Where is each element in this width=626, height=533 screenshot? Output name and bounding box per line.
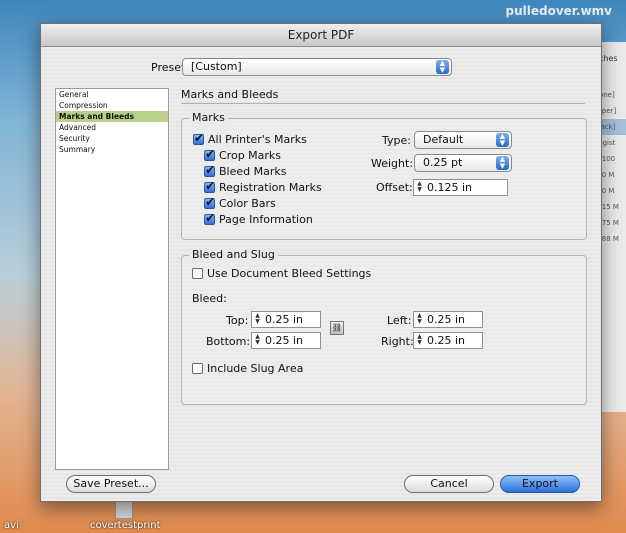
stepper-arrows-icon[interactable]: ▲ ▼ — [415, 313, 424, 325]
type-label: Type: — [382, 134, 411, 147]
category-sidebar: General Compression Marks and Bleeds Adv… — [55, 88, 169, 470]
weight-label: Weight: — [371, 157, 414, 170]
color-bars-checkbox[interactable]: Color Bars — [204, 196, 276, 210]
offset-label: Offset: — [376, 181, 413, 194]
checkbox-checked-icon — [204, 148, 215, 161]
crop-marks-label: Crop Marks — [219, 149, 282, 162]
checkbox-unchecked-icon — [192, 363, 203, 374]
include-slug-area-label: Include Slug Area — [207, 362, 304, 375]
sidebar-item-general[interactable]: General — [56, 89, 168, 100]
dropdown-arrows-icon: ▲ ▼ — [436, 60, 449, 74]
bleed-label: Bleed: — [192, 292, 227, 305]
use-document-bleed-label: Use Document Bleed Settings — [207, 267, 372, 280]
bleed-top-stepper[interactable]: ▲ ▼ 0.25 in — [251, 311, 321, 328]
bleed-top-label: Top: — [226, 314, 249, 327]
export-button[interactable]: Export — [500, 475, 580, 493]
desktop-file-label[interactable]: covertestprint — [90, 520, 161, 531]
bleed-marks-label: Bleed Marks — [219, 165, 287, 178]
checkbox-unchecked-icon — [192, 268, 203, 279]
type-dropdown[interactable]: Default ▲ ▼ — [414, 131, 512, 149]
weight-value: 0.25 pt — [423, 156, 463, 169]
dropdown-arrows-icon: ▲ ▼ — [496, 156, 509, 170]
crop-marks-checkbox[interactable]: Crop Marks — [204, 148, 282, 162]
registration-marks-checkbox[interactable]: Registration Marks — [204, 180, 322, 194]
checkbox-checked-icon — [193, 132, 204, 145]
bleed-top-value: 0.25 in — [265, 313, 304, 326]
bleed-right-value: 0.25 in — [427, 334, 466, 347]
cancel-button[interactable]: Cancel — [404, 475, 494, 493]
dropdown-arrows-icon: ▲ ▼ — [496, 133, 509, 147]
bleed-marks-checkbox[interactable]: Bleed Marks — [204, 164, 287, 178]
sidebar-item-advanced[interactable]: Advanced — [56, 122, 168, 133]
marks-group-label: Marks — [189, 111, 228, 124]
sidebar-item-security[interactable]: Security — [56, 133, 168, 144]
bleed-left-stepper[interactable]: ▲ ▼ 0.25 in — [413, 311, 483, 328]
section-divider — [181, 103, 585, 104]
offset-value: 0.125 in — [427, 181, 473, 194]
checkbox-checked-icon — [204, 164, 215, 177]
stepper-arrows-icon[interactable]: ▲ ▼ — [415, 334, 424, 346]
stepper-arrows-icon[interactable]: ▲ ▼ — [253, 313, 262, 325]
offset-stepper[interactable]: ▲ ▼ 0.125 in — [413, 179, 508, 196]
bleed-right-label: Right: — [381, 335, 414, 348]
all-printers-marks-label: All Printer's Marks — [208, 133, 307, 146]
page-information-label: Page Information — [219, 213, 313, 226]
bleed-left-value: 0.25 in — [427, 313, 466, 326]
desktop-file-label-left[interactable]: avi — [4, 520, 19, 531]
bleed-bottom-stepper[interactable]: ▲ ▼ 0.25 in — [251, 332, 321, 349]
registration-marks-label: Registration Marks — [219, 181, 322, 194]
weight-dropdown[interactable]: 0.25 pt ▲ ▼ — [414, 154, 512, 172]
color-bars-label: Color Bars — [219, 197, 276, 210]
all-printers-marks-checkbox[interactable]: All Printer's Marks — [193, 132, 307, 146]
type-value: Default — [423, 133, 464, 146]
bleed-and-slug-group-label: Bleed and Slug — [189, 248, 278, 261]
dialog-title: Export PDF — [41, 24, 601, 47]
sidebar-item-summary[interactable]: Summary — [56, 144, 168, 155]
background-window-title: pulledover.wmv — [505, 4, 612, 18]
page-information-checkbox[interactable]: Page Information — [204, 212, 313, 226]
use-document-bleed-checkbox[interactable]: Use Document Bleed Settings — [192, 267, 371, 280]
bleed-bottom-value: 0.25 in — [265, 334, 304, 347]
section-title: Marks and Bleeds — [181, 88, 279, 101]
bleed-left-label: Left: — [387, 314, 412, 327]
sidebar-item-marks-and-bleeds[interactable]: Marks and Bleeds — [56, 111, 168, 122]
sidebar-item-compression[interactable]: Compression — [56, 100, 168, 111]
chain-link-icon[interactable]: ⛓ — [330, 321, 344, 335]
bleed-bottom-label: Bottom: — [206, 335, 251, 348]
save-preset-button[interactable]: Save Preset... — [66, 475, 156, 493]
stepper-arrows-icon[interactable]: ▲ ▼ — [253, 334, 262, 346]
include-slug-area-checkbox[interactable]: Include Slug Area — [192, 362, 303, 375]
stepper-arrows-icon[interactable]: ▲ ▼ — [415, 181, 424, 193]
bleed-right-stepper[interactable]: ▲ ▼ 0.25 in — [413, 332, 483, 349]
checkbox-checked-icon — [204, 196, 215, 209]
checkbox-checked-icon — [204, 180, 215, 193]
preset-dropdown[interactable]: [Custom] ▲ ▼ — [182, 58, 452, 76]
preset-value: [Custom] — [191, 60, 242, 73]
checkbox-checked-icon — [204, 212, 215, 225]
desktop-file-icon[interactable] — [115, 499, 133, 519]
export-pdf-dialog: Export PDF Preset: [Custom] ▲ ▼ General C… — [40, 23, 602, 502]
